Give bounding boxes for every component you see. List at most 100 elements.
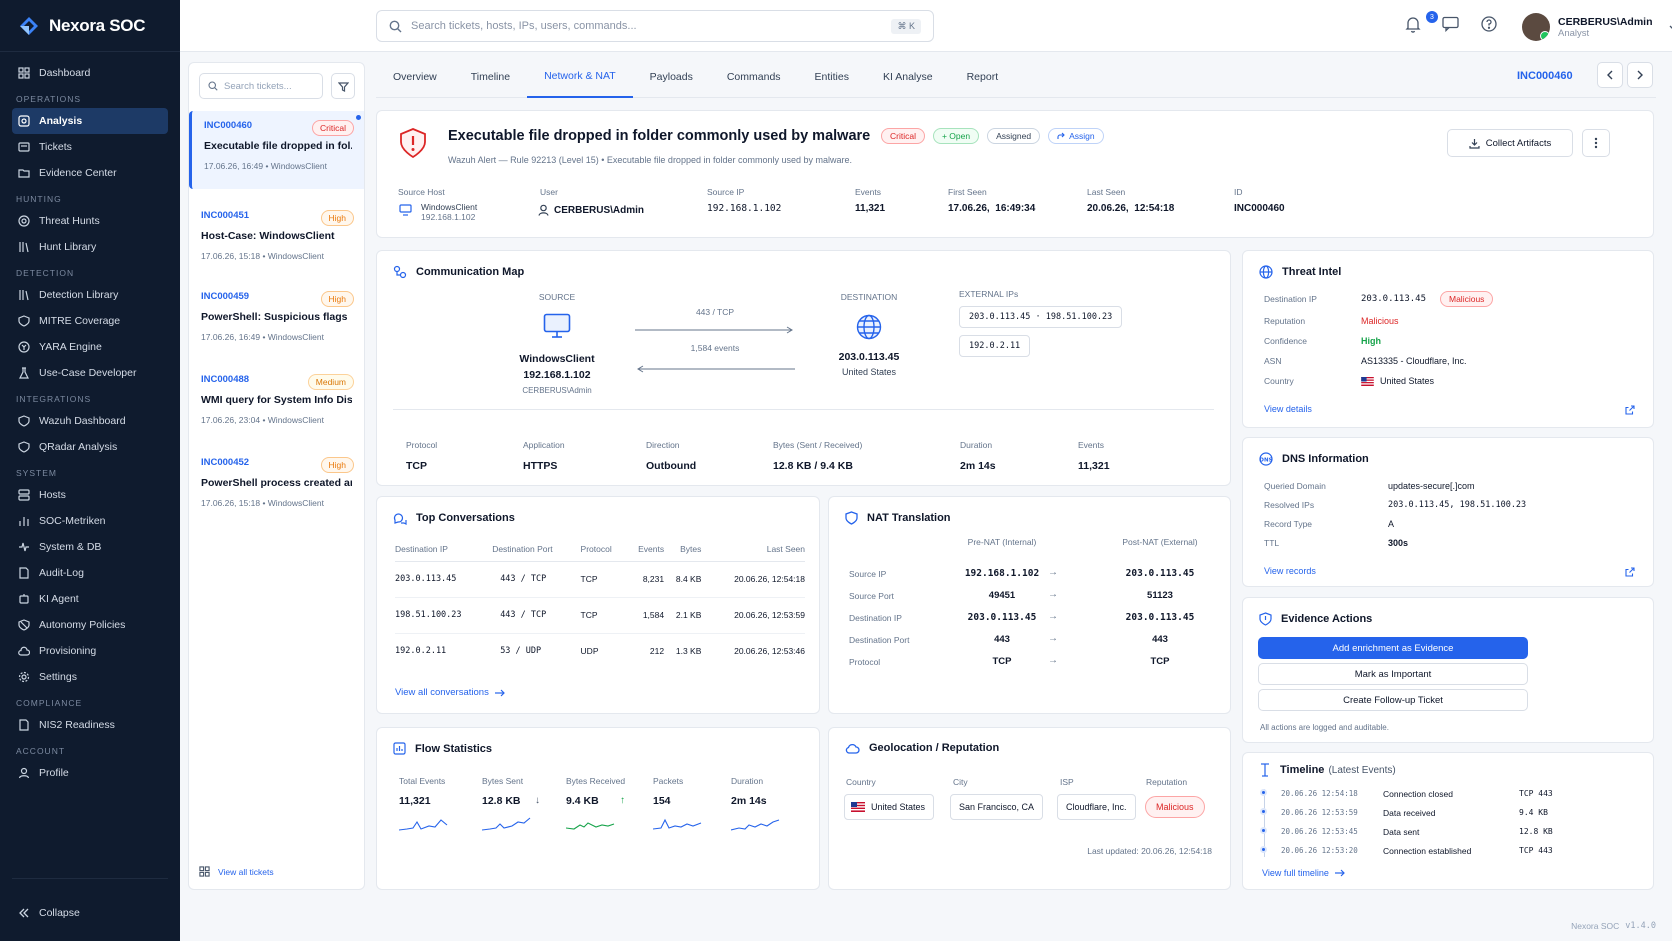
sidebar-item-provisioning[interactable]: Provisioning xyxy=(12,638,168,664)
ticket-search-input[interactable]: Search tickets... xyxy=(199,73,323,99)
sidebar-item-tickets[interactable]: Tickets xyxy=(12,134,168,160)
add-evidence-button[interactable]: Add enrichment as Evidence xyxy=(1258,637,1528,659)
sidebar-item-yara[interactable]: YARA Engine xyxy=(12,334,168,360)
prev-incident-button[interactable] xyxy=(1597,62,1623,88)
sidebar-item-settings[interactable]: Settings xyxy=(12,664,168,690)
collapse-button[interactable]: Collapse xyxy=(18,907,80,919)
ticket-item[interactable]: INC000451 High Host-Case: WindowsClient … xyxy=(189,201,364,279)
tab-overview[interactable]: Overview xyxy=(376,56,454,98)
alert-shield-icon xyxy=(400,128,426,159)
divider xyxy=(393,409,1214,410)
table-header-row: Destination IP Destination Port Protocol… xyxy=(395,537,805,561)
sidebar-item-usecase[interactable]: Use-Case Developer xyxy=(12,360,168,386)
ticket-item[interactable]: INC000452 High PowerShell process create… xyxy=(189,448,364,526)
table-row[interactable]: 203.0.113.45 443 / TCP TCP 8,231 8.4 KB … xyxy=(395,561,805,597)
dns-label: TTL xyxy=(1264,538,1280,548)
pre-nat-value: 203.0.113.45 xyxy=(967,612,1037,623)
tab-payloads[interactable]: Payloads xyxy=(633,56,710,98)
field-label: Last Seen xyxy=(1087,187,1126,197)
table-row[interactable]: 192.0.2.11 53 / UDP UDP 212 1.3 KB 20.06… xyxy=(395,633,805,669)
more-menu-button[interactable] xyxy=(1582,129,1610,157)
tab-ki-analyse[interactable]: KI Analyse xyxy=(866,56,950,98)
tab-entities[interactable]: Entities xyxy=(798,56,866,98)
tab-report[interactable]: Report xyxy=(950,56,1016,98)
card-title: Geolocation / Reputation xyxy=(845,742,999,754)
section-operations: OPERATIONS xyxy=(16,94,82,104)
id-value: INC000460 xyxy=(1234,203,1285,214)
sparkline xyxy=(731,819,780,831)
chevron-down-icon xyxy=(1669,25,1672,29)
app-logo[interactable]: Nexora SOC xyxy=(0,0,180,52)
sidebar-item-hunt-library[interactable]: Hunt Library xyxy=(12,234,168,260)
timeline-icon xyxy=(1261,763,1269,777)
sidebar-item-profile[interactable]: Profile xyxy=(12,760,168,786)
ticket-item[interactable]: INC000460 Critical Executable file dropp… xyxy=(189,111,364,189)
severity-badge: High xyxy=(320,457,354,473)
country-chip: United States xyxy=(844,794,934,820)
card-title: Threat Intel xyxy=(1259,265,1341,279)
sidebar-item-threat-hunts[interactable]: Threat Hunts xyxy=(12,208,168,234)
incident-header-card: Executable file dropped in folder common… xyxy=(376,110,1654,238)
collect-artifacts-button[interactable]: Collect Artifacts xyxy=(1447,129,1573,157)
flow-value: 9.4 KB xyxy=(566,795,599,807)
help-icon[interactable] xyxy=(1481,16,1497,32)
external-ip-chip[interactable]: 192.0.2.11 xyxy=(959,335,1031,357)
timeline-detail: 12.8 KB xyxy=(1519,827,1553,836)
view-records-link[interactable]: View records xyxy=(1264,566,1316,576)
sidebar-item-nis2[interactable]: NIS2 Readiness xyxy=(12,712,168,738)
external-link-icon[interactable] xyxy=(1625,567,1635,577)
open-badge[interactable]: + Open xyxy=(932,128,980,144)
chevrons-left-icon xyxy=(19,908,29,918)
table-row[interactable]: 198.51.100.23 443 / TCP TCP 1,584 2.1 KB… xyxy=(395,597,805,633)
assign-button[interactable]: Assign xyxy=(1048,128,1104,144)
sidebar-item-system-db[interactable]: System & DB xyxy=(12,534,168,560)
external-ip-chip[interactable]: 203.0.113.45 · 198.51.100.23 xyxy=(959,306,1123,328)
sidebar-item-detection-library[interactable]: Detection Library xyxy=(12,282,168,308)
view-all-conversations-link[interactable]: View all conversations xyxy=(395,687,505,698)
user-menu[interactable]: CERBERUS\Admin Analyst xyxy=(1522,13,1672,41)
timeline-detail: TCP 443 xyxy=(1519,846,1553,855)
sidebar-item-dashboard[interactable]: Dashboard xyxy=(12,60,168,86)
sidebar-item-analysis[interactable]: Analysis xyxy=(12,108,168,134)
sidebar-item-autonomy[interactable]: Autonomy Policies xyxy=(12,612,168,638)
tab-commands[interactable]: Commands xyxy=(710,56,798,98)
sidebar-item-qradar[interactable]: QRadar Analysis xyxy=(12,434,168,460)
sidebar-item-ki-agent[interactable]: KI Agent xyxy=(12,586,168,612)
nat-field-label: Source Port xyxy=(849,591,894,601)
sidebar-item-mitre[interactable]: MITRE Coverage xyxy=(12,308,168,334)
sidebar-item-wazuh[interactable]: Wazuh Dashboard xyxy=(12,408,168,434)
mark-important-button[interactable]: Mark as Important xyxy=(1258,663,1528,685)
sidebar-item-audit[interactable]: Audit-Log xyxy=(12,560,168,586)
shield-check-icon xyxy=(1259,612,1272,626)
city-chip: San Francisco, CA xyxy=(950,794,1044,820)
create-followup-button[interactable]: Create Follow-up Ticket xyxy=(1258,689,1528,711)
next-incident-button[interactable] xyxy=(1627,62,1653,88)
chat-icon[interactable] xyxy=(1442,16,1459,32)
geo-label: Reputation xyxy=(1146,777,1188,787)
timeline-event: Connection established xyxy=(1383,846,1472,856)
bell-icon[interactable] xyxy=(1405,16,1421,33)
view-all-tickets-link[interactable]: View all tickets xyxy=(199,866,274,877)
ticket-item[interactable]: INC000488 Medium WMI query for System In… xyxy=(189,365,364,443)
ticket-item[interactable]: INC000459 High PowerShell: Suspicious fl… xyxy=(189,282,364,360)
tab-network-nat[interactable]: Network & NAT xyxy=(527,56,633,98)
tab-timeline[interactable]: Timeline xyxy=(454,56,527,98)
sidebar-item-hosts[interactable]: Hosts xyxy=(12,482,168,508)
external-link-icon[interactable] xyxy=(1625,405,1635,415)
stat-value: HTTPS xyxy=(523,460,558,472)
severity-badge: Critical xyxy=(312,120,354,136)
view-details-link[interactable]: View details xyxy=(1264,404,1312,414)
timeline-detail: 9.4 KB xyxy=(1519,808,1548,817)
sidebar-item-evidence[interactable]: Evidence Center xyxy=(12,160,168,186)
stat-label: Bytes (Sent / Received) xyxy=(773,440,863,450)
global-search-input[interactable]: Search tickets, hosts, IPs, users, comma… xyxy=(376,10,934,42)
card-title: NAT Translation xyxy=(845,511,951,525)
first-seen-value: 17.06.26, 16:49:34 xyxy=(948,203,1036,214)
field-label: Source Host xyxy=(398,187,445,197)
view-full-timeline-link[interactable]: View full timeline xyxy=(1262,868,1345,878)
post-nat-value: TCP xyxy=(1150,656,1170,667)
severity-badge: High xyxy=(320,291,354,307)
sparkline xyxy=(399,819,448,831)
filter-button[interactable] xyxy=(331,73,355,99)
sidebar-item-soc-metrics[interactable]: SOC-Metriken xyxy=(12,508,168,534)
